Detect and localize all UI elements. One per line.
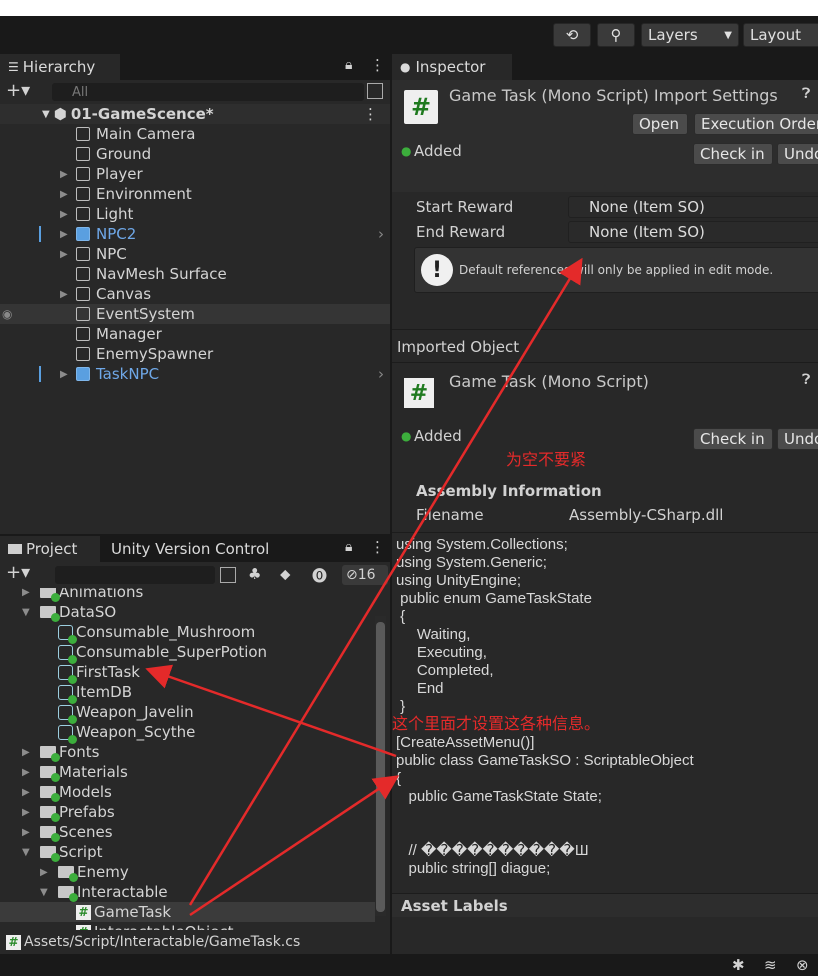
annotation-arrows — [145, 257, 583, 917]
arrow-to-info-box — [188, 257, 583, 906]
arrow-to-code — [189, 775, 400, 917]
arrow-to-firsttask — [145, 664, 397, 758]
